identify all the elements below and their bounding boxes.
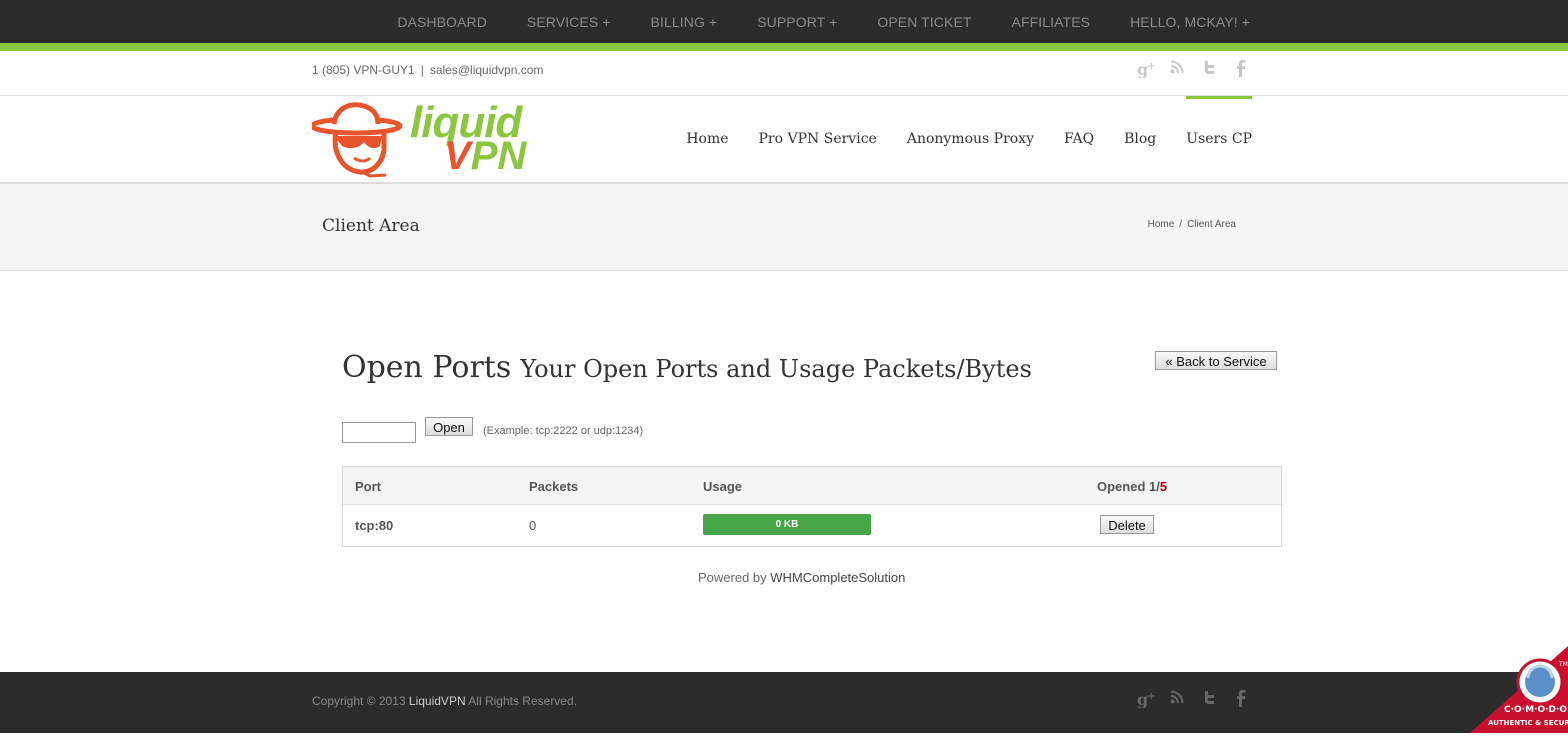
comodo-brand-text: C·O·M·O·D·O	[1504, 705, 1567, 715]
table-header: Port Packets Usage Opened 1/5	[343, 467, 1281, 505]
row-port: tcp:80	[355, 518, 394, 533]
accent-stripe	[0, 43, 1568, 51]
contact-phone: 1 (805) VPN-GUY1	[312, 63, 415, 77]
row-packets: 0	[529, 518, 537, 533]
logo-letters-pn: PN	[470, 134, 527, 178]
opened-limit: 5	[1159, 479, 1168, 494]
svg-text:+: +	[1147, 61, 1155, 72]
comodo-secure-seal[interactable]: C·O·M·O·D·O AUTHENTIC & SECURE TM	[1470, 646, 1568, 733]
page-title-band: Client Area Home / Client Area	[0, 184, 1568, 271]
copyright-suffix: All Rights Reserved.	[465, 694, 577, 708]
header-social-links: g +	[1137, 60, 1249, 79]
rss-icon[interactable]	[1169, 690, 1185, 708]
hat-guy-mascot-icon	[312, 102, 403, 178]
footer-social-links: g +	[1137, 690, 1249, 709]
powered-by-prefix: Powered by	[698, 570, 771, 585]
google-plus-icon[interactable]: g +	[1137, 690, 1155, 709]
column-header-packets: Packets	[529, 479, 579, 494]
breadcrumb-home[interactable]: Home	[1148, 219, 1175, 230]
opened-count-label: Opened 1/	[1097, 479, 1160, 494]
breadcrumb-current: Client Area	[1187, 219, 1236, 230]
section-heading: Open Ports Your Open Ports and Usage Pac…	[342, 350, 1032, 385]
whmcs-link[interactable]: WHMCompleteSolution	[770, 570, 905, 585]
breadcrumb: Home / Client Area	[1148, 219, 1236, 230]
top-bar: DASHBOARD SERVICES + BILLING + SUPPORT +…	[0, 0, 1568, 43]
top-nav: DASHBOARD SERVICES + BILLING + SUPPORT +…	[397, 0, 1250, 43]
footer: Copyright © 2013 LiquidVPN All Rights Re…	[0, 672, 1568, 733]
rss-icon[interactable]	[1169, 60, 1185, 78]
facebook-icon[interactable]	[1233, 690, 1249, 708]
logo-word-vpn: VPN	[444, 134, 526, 179]
topnav-support[interactable]: SUPPORT +	[757, 14, 837, 30]
twitter-icon[interactable]	[1201, 690, 1217, 708]
usage-progress-label: 0 KB	[775, 519, 799, 530]
topnav-open-ticket[interactable]: OPEN TICKET	[877, 14, 971, 30]
footer-brand-link[interactable]: LiquidVPN	[409, 694, 466, 708]
copyright: Copyright © 2013 LiquidVPN All Rights Re…	[312, 694, 577, 708]
heading-title: Open Ports	[342, 350, 512, 385]
topnav-user-menu[interactable]: HELLO, MCKAY! +	[1130, 14, 1250, 30]
nav-anonymous-proxy[interactable]: Anonymous Proxy	[907, 96, 1034, 182]
topnav-affiliates[interactable]: AFFILIATES	[1012, 14, 1091, 30]
column-header-opened: Opened 1/5	[1097, 479, 1167, 494]
twitter-icon[interactable]	[1201, 60, 1217, 78]
main-nav: Home Pro VPN Service Anonymous Proxy FAQ…	[686, 96, 1252, 182]
google-plus-icon[interactable]: g +	[1137, 60, 1155, 79]
back-to-service-button[interactable]: « Back to Service	[1155, 351, 1277, 370]
nav-faq[interactable]: FAQ	[1064, 96, 1094, 182]
delete-port-button[interactable]: Delete	[1100, 515, 1154, 534]
breadcrumb-separator: /	[1179, 219, 1183, 230]
logo-letter-v: V	[444, 134, 471, 178]
column-header-port: Port	[355, 479, 381, 494]
nav-pro-vpn-service[interactable]: Pro VPN Service	[759, 96, 877, 182]
contact-info: 1 (805) VPN-GUY1 | sales@liquidvpn.com	[312, 63, 543, 77]
liquidvpn-logo[interactable]: liquid VPN	[312, 98, 542, 179]
heading-subtitle: Your Open Ports and Usage Packets/Bytes	[520, 355, 1032, 383]
usage-progress-bar: 0 KB	[703, 514, 871, 535]
open-ports-table: Port Packets Usage Opened 1/5 tcp:80 0 0…	[342, 466, 1282, 547]
page-title: Client Area	[322, 216, 420, 236]
topnav-services[interactable]: SERVICES +	[527, 14, 611, 30]
nav-users-cp[interactable]: Users CP	[1186, 96, 1252, 182]
comodo-tm-text: TM	[1558, 661, 1568, 668]
topnav-dashboard[interactable]: DASHBOARD	[397, 14, 487, 30]
copyright-prefix: Copyright © 2013	[312, 694, 409, 708]
nav-blog[interactable]: Blog	[1124, 96, 1156, 182]
contact-email[interactable]: sales@liquidvpn.com	[430, 63, 544, 77]
port-format-hint: (Example: tcp:2222 or udp:1234)	[483, 425, 644, 437]
svg-text:+: +	[1147, 691, 1155, 702]
contact-separator: |	[420, 63, 424, 77]
comodo-tagline-text: AUTHENTIC & SECURE	[1488, 719, 1568, 727]
facebook-icon[interactable]	[1233, 60, 1249, 78]
topnav-billing[interactable]: BILLING +	[651, 14, 718, 30]
column-header-usage: Usage	[703, 479, 743, 494]
open-port-button[interactable]: Open	[425, 417, 473, 436]
powered-by: Powered by WHMCompleteSolution	[698, 570, 905, 585]
nav-home[interactable]: Home	[686, 96, 728, 182]
port-input[interactable]	[342, 422, 416, 443]
